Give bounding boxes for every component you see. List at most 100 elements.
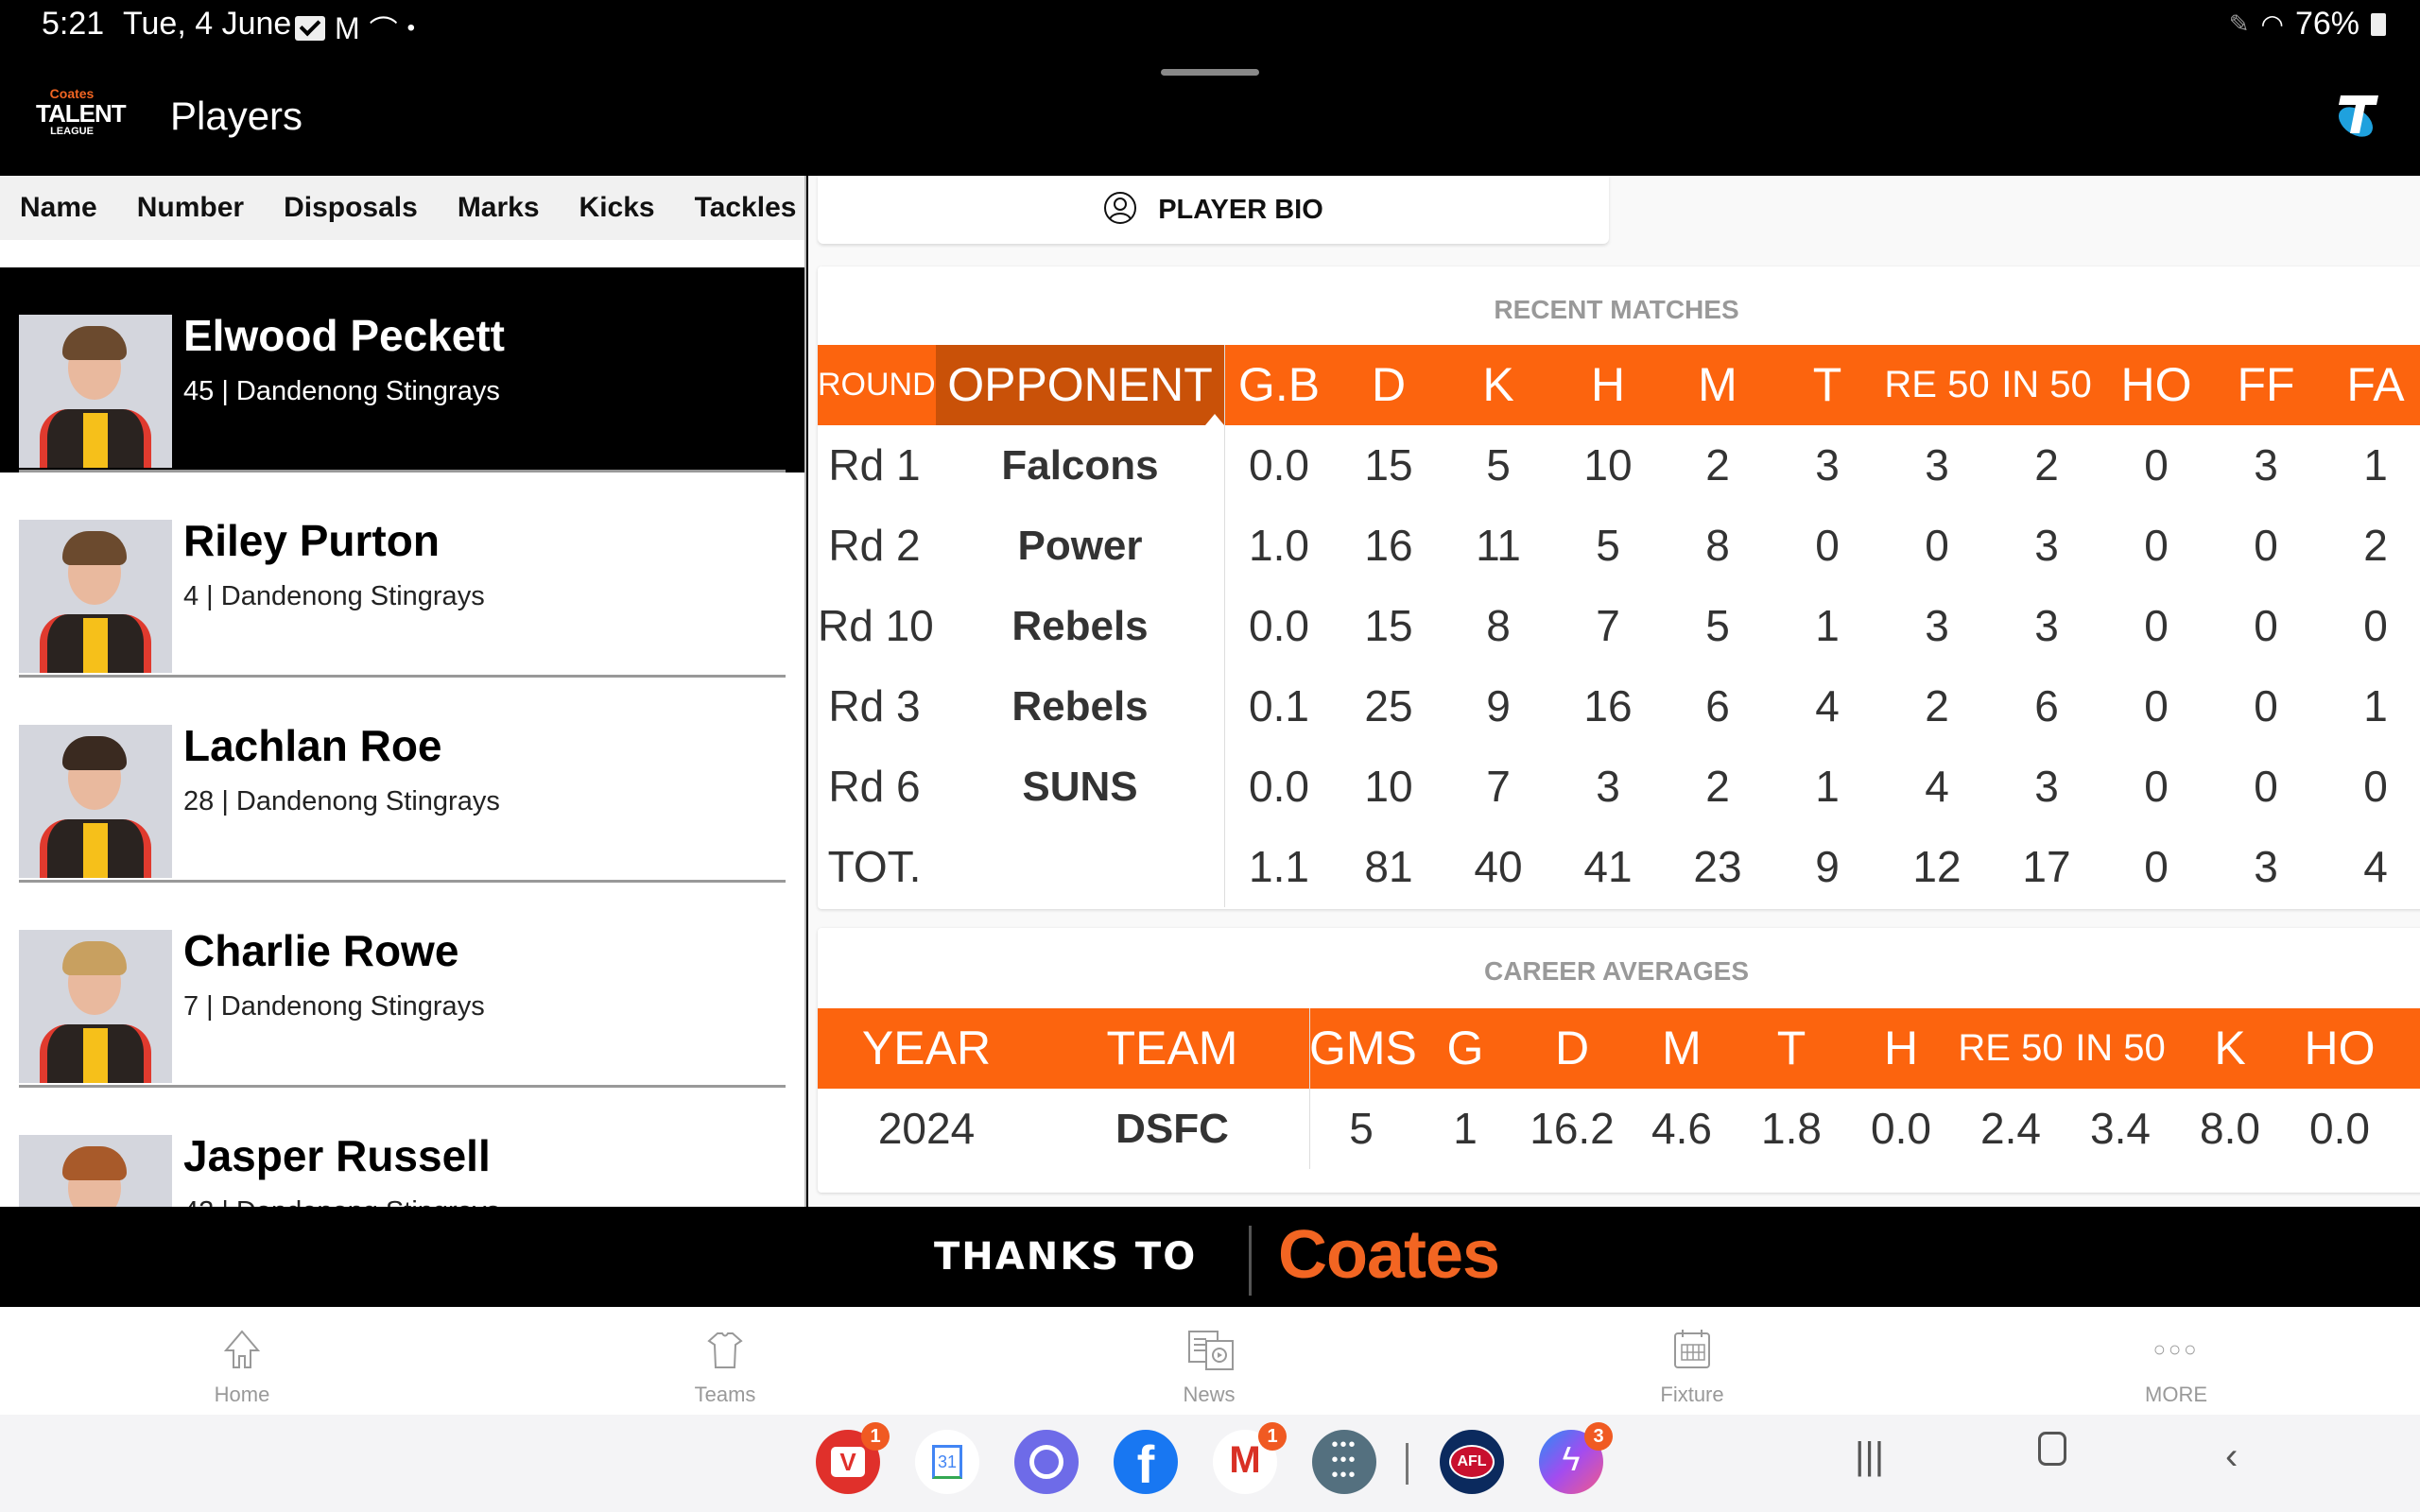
dock-app-google-calendar[interactable]: 31 [915,1430,979,1494]
table-cell: 11 [1476,521,1521,570]
column-header[interactable]: HO [2285,1008,2394,1089]
column-header[interactable]: IN 50 [1992,345,2101,425]
table-cell: 3 [1925,440,1949,490]
nav-teams-label: Teams [694,1383,756,1406]
table-cell: 0 [2144,762,2169,811]
column-header[interactable]: RE 50 [1882,345,1992,425]
player-photo [19,315,172,468]
nav-home-label: Home [214,1383,270,1406]
column-header[interactable]: T [1737,1008,1846,1089]
player-row[interactable]: Elwood Peckett 45 | Dandenong Stingrays [0,267,804,472]
dock-app-gmail[interactable]: M 1 [1213,1422,1287,1494]
table-cell: 0 [2254,521,2278,570]
table-cell: 5 [1349,1104,1374,1153]
talent-league-logo[interactable]: Coates TALENT LEAGUE [36,86,127,143]
table-cell: 4 [2363,842,2388,891]
sort-by-marks[interactable]: Marks [458,192,540,224]
player-bio-tab[interactable]: PLAYER BIO [818,176,1609,244]
table-cell: 2 [1705,762,1730,811]
column-header[interactable]: HO [2101,345,2211,425]
player-meta: 45 | Dandenong Stingrays [183,376,500,406]
table-cell: 1 [2363,681,2388,730]
nav-home[interactable]: Home [100,1307,384,1415]
player-photo [19,725,172,878]
table-cell: 1.1 [1249,842,1309,891]
column-header[interactable]: IN 50 [2066,1008,2175,1089]
dock-app-drawer[interactable]: ••• ••• ••• [1312,1430,1376,1494]
column-header[interactable]: H [1553,345,1663,425]
table-cell: DSFC [1115,1106,1229,1152]
dock-app-afl[interactable]: AFL [1440,1430,1504,1494]
dock-app-messenger[interactable]: ϟ 3 [1539,1422,1613,1494]
column-header[interactable]: ROUND [818,345,936,425]
nav-more[interactable]: ○○○ MORE [2034,1307,2318,1415]
column-header[interactable]: D [1334,345,1443,425]
afl-logo-icon: AFL [1449,1445,1495,1479]
column-header[interactable]: RE 50 [1956,1008,2066,1089]
bottom-nav: Home Teams News Fixture ○○○ MORE [0,1307,2420,1415]
column-header[interactable]: H [1846,1008,1956,1089]
status-bar: 5:21 Tue, 4 June M ⌒ • ✎ ◠ 76% [0,0,2420,90]
dock-app-facebook[interactable]: f [1114,1430,1178,1494]
dock-app-vivaldi-mail[interactable]: V 1 [816,1422,890,1494]
table-cell: 12 [1912,842,1962,891]
table-cell: 1 [1453,1104,1478,1153]
player-row[interactable]: Lachlan Roe 28 | Dandenong Stingrays [0,678,804,883]
dock-app-samsung-internet[interactable] [1014,1430,1079,1494]
table-cell: 0 [2144,440,2169,490]
status-date: Tue, 4 June [123,6,292,42]
column-header[interactable]: TEAM [1035,1008,1309,1089]
player-row[interactable]: Charlie Rowe 7 | Dandenong Stingrays [0,883,804,1088]
nav-teams[interactable]: Teams [583,1307,867,1415]
table-cell: 2.4 [1980,1104,2041,1153]
column-header[interactable]: OPPONENT [936,345,1224,425]
calendar-icon [1668,1326,1716,1373]
recent-apps-button[interactable]: ||| [1855,1435,1884,1478]
table-cell: 0 [1815,521,1840,570]
column-header[interactable]: K [2175,1008,2285,1089]
sort-by-disposals[interactable]: Disposals [284,192,418,224]
player-row[interactable]: Jasper Russell 42 | Dandenong Stingrays [0,1088,804,1207]
table-cell: 0 [2363,762,2388,811]
table-cell: 3.4 [2090,1104,2151,1153]
column-header[interactable]: FA [2321,345,2420,425]
sort-by-tackles[interactable]: Tackles [695,192,797,224]
sponsor-banner[interactable]: THANKS TO Coates [0,1207,2420,1307]
table-cell: 40 [1474,842,1523,891]
recent-matches-card: RECENT MATCHES ROUND OPPONENT G.B D K H M T RE 5… [818,266,2420,909]
sort-by-name[interactable]: Name [20,192,97,224]
nav-news[interactable]: News [1067,1307,1351,1415]
multiwindow-handle[interactable] [1161,69,1259,76]
player-row[interactable]: Riley Purton 4 | Dandenong Stingrays [0,472,804,678]
sort-by-number[interactable]: Number [137,192,244,224]
table-cell: 3 [2254,842,2278,891]
table-cell: 9 [1486,681,1511,730]
column-header[interactable]: M [1663,345,1772,425]
column-header[interactable]: M [1627,1008,1737,1089]
mail-app-icon: V [831,1447,865,1477]
telstra-logo-icon[interactable] [2331,90,2384,143]
home-button[interactable] [2038,1432,2066,1475]
nav-fixture[interactable]: Fixture [1550,1307,1834,1415]
table-cell: 10 [1583,440,1633,490]
player-name: Jasper Russell [183,1131,491,1180]
column-header[interactable]: T [1772,345,1882,425]
news-icon [1185,1326,1234,1373]
planet-icon [1029,1445,1063,1479]
column-header[interactable]: G [1413,1008,1517,1089]
player-name: Lachlan Roe [183,721,442,770]
table-cell: 0.0 [1249,440,1309,490]
system-dock: V 1 31 f M 1 ••• ••• ••• AFL ϟ 3 ||| ‹ [0,1415,2420,1512]
column-header[interactable]: YEAR [818,1008,1035,1089]
column-header[interactable]: FF [2211,345,2321,425]
table-cell: 0 [2363,601,2388,650]
back-button[interactable]: ‹ [2225,1435,2238,1478]
column-header[interactable]: G.B [1224,345,1334,425]
sort-by-kicks[interactable]: Kicks [579,192,655,224]
table-cell: Falcons [1001,442,1159,489]
column-header[interactable]: D [1517,1008,1627,1089]
column-header[interactable]: GMS [1309,1008,1417,1089]
column-header[interactable]: K [1443,345,1553,425]
table-cell: 0 [2254,601,2278,650]
dot-icon: • [406,15,416,41]
